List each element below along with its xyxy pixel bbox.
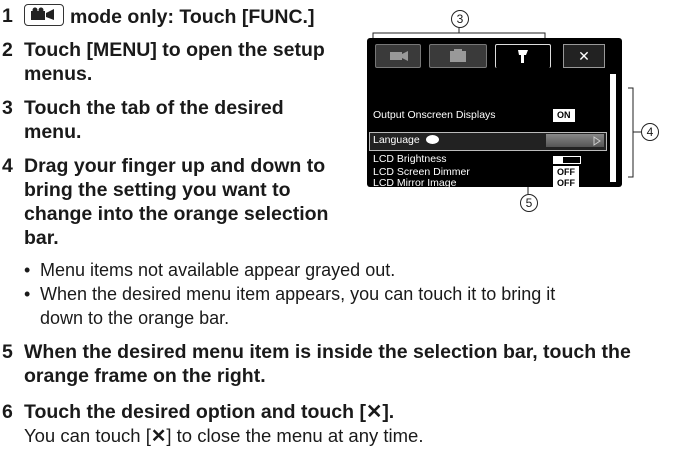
close-button[interactable]: ✕ xyxy=(563,44,605,68)
status-badge-off: OFF xyxy=(553,177,579,190)
scrollbar[interactable] xyxy=(610,74,616,182)
menu-row-lcd-mirror[interactable]: LCD Mirror Image xyxy=(373,177,456,189)
tab-movie[interactable] xyxy=(375,44,421,68)
callout-4: 4 xyxy=(641,123,659,141)
language-bubble-icon xyxy=(425,135,439,144)
tab-function[interactable] xyxy=(429,44,487,68)
callout-5: 5 xyxy=(520,194,538,212)
selection-frame-button[interactable] xyxy=(546,134,604,147)
wrench-tab-icon xyxy=(518,50,528,63)
camera-menu-screen: ✕ Output Onscreen Displays ON Language L… xyxy=(367,38,622,190)
status-badge-on: ON xyxy=(553,109,575,122)
play-arrow-icon xyxy=(593,136,601,146)
menu-row-lcd-brightness[interactable]: LCD Brightness xyxy=(373,153,447,165)
callout-3: 3 xyxy=(451,10,469,28)
menu-row-output-displays[interactable]: Output Onscreen Displays xyxy=(373,109,496,121)
camera-tab-icon xyxy=(390,51,408,61)
tab-setup[interactable] xyxy=(495,44,551,68)
function-tab-icon xyxy=(450,49,466,62)
brightness-bar-icon xyxy=(553,156,581,164)
menu-row-language[interactable]: Language xyxy=(373,134,439,146)
